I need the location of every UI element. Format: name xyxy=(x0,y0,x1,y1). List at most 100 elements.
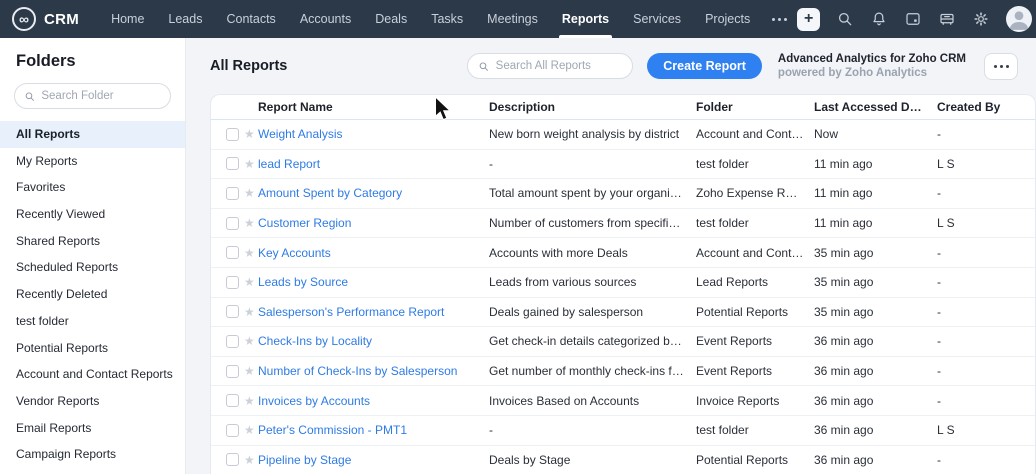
star-icon[interactable] xyxy=(244,365,255,377)
row-checkbox[interactable] xyxy=(226,424,239,437)
star-icon[interactable] xyxy=(244,335,255,347)
report-name-link[interactable]: lead Report xyxy=(258,157,489,171)
row-checkbox[interactable] xyxy=(226,453,239,466)
report-name-link[interactable]: Invoices by Accounts xyxy=(258,394,489,408)
sidebar-item-email-reports[interactable]: Email Reports xyxy=(0,415,185,442)
zoho-crm-brand[interactable]: ∞ CRM xyxy=(12,7,79,31)
column-description[interactable]: Description xyxy=(489,100,696,114)
nav-item-services[interactable]: Services xyxy=(621,0,693,38)
row-checkbox[interactable] xyxy=(226,187,239,200)
report-name-link[interactable]: Number of Check-Ins by Salesperson xyxy=(258,364,489,378)
column-created-by[interactable]: Created By xyxy=(937,100,1035,114)
report-name-link[interactable]: Customer Region xyxy=(258,216,489,230)
row-checkbox[interactable] xyxy=(226,305,239,318)
nav-item-leads[interactable]: Leads xyxy=(156,0,214,38)
search-button[interactable] xyxy=(836,10,854,28)
star-icon[interactable] xyxy=(244,454,255,466)
nav-item-reports[interactable]: Reports xyxy=(550,0,621,38)
nav-item-home[interactable]: Home xyxy=(99,0,156,38)
table-row[interactable]: Check-Ins by LocalityGet check-in detail… xyxy=(211,327,1035,357)
star-icon[interactable] xyxy=(244,395,255,407)
report-search-box[interactable] xyxy=(467,53,633,79)
table-row[interactable]: Number of Check-Ins by SalespersonGet nu… xyxy=(211,357,1035,387)
user-avatar[interactable] xyxy=(1006,6,1032,32)
report-name-link[interactable]: Peter's Commission - PMT1 xyxy=(258,423,489,437)
row-checkbox[interactable] xyxy=(226,128,239,141)
folder-search-box[interactable] xyxy=(14,83,171,109)
row-checkbox[interactable] xyxy=(226,365,239,378)
report-search-input[interactable] xyxy=(496,60,623,72)
settings-button[interactable] xyxy=(972,10,990,28)
advanced-analytics-banner[interactable]: Advanced Analytics for Zoho CRM powered … xyxy=(778,52,966,81)
report-name-link[interactable]: Key Accounts xyxy=(258,246,489,260)
table-row[interactable]: Pipeline by StageDeals by StagePotential… xyxy=(211,446,1035,474)
sidebar-item-recently-deleted[interactable]: Recently Deleted xyxy=(0,281,185,308)
header-more-button[interactable] xyxy=(984,53,1018,80)
marketplace-button[interactable] xyxy=(938,10,956,28)
star-icon[interactable] xyxy=(244,306,255,318)
calendar-button[interactable] xyxy=(904,10,922,28)
nav-item-accounts[interactable]: Accounts xyxy=(288,0,363,38)
star-icon[interactable] xyxy=(244,247,255,259)
report-created-by: L S xyxy=(937,216,1035,230)
report-folder: test folder xyxy=(696,157,814,171)
star-icon[interactable] xyxy=(244,217,255,229)
star-icon[interactable] xyxy=(244,158,255,170)
sidebar-item-all-reports[interactable]: All Reports xyxy=(0,121,185,148)
table-row[interactable]: Invoices by AccountsInvoices Based on Ac… xyxy=(211,386,1035,416)
table-row[interactable]: Key AccountsAccounts with more DealsAcco… xyxy=(211,238,1035,268)
nav-item-tasks[interactable]: Tasks xyxy=(419,0,475,38)
marketplace-icon xyxy=(938,10,956,28)
report-name-link[interactable]: Check-Ins by Locality xyxy=(258,334,489,348)
report-name-link[interactable]: Amount Spent by Category xyxy=(258,186,489,200)
nav-item-deals[interactable]: Deals xyxy=(363,0,419,38)
sidebar-item-my-reports[interactable]: My Reports xyxy=(0,148,185,175)
row-checkbox[interactable] xyxy=(226,246,239,259)
folder-search-input[interactable] xyxy=(41,90,161,102)
column-last-accessed-date[interactable]: Last Accessed Date xyxy=(814,100,937,114)
report-last-accessed: 36 min ago xyxy=(814,453,937,467)
sidebar-item-favorites[interactable]: Favorites xyxy=(0,174,185,201)
star-icon[interactable] xyxy=(244,424,255,436)
table-row[interactable]: Customer RegionNumber of customers from … xyxy=(211,209,1035,239)
column-folder[interactable]: Folder xyxy=(696,100,814,114)
report-folder: Lead Reports xyxy=(696,275,814,289)
sidebar-item-test-folder[interactable]: test folder xyxy=(0,308,185,335)
nav-item-contacts[interactable]: Contacts xyxy=(214,0,287,38)
nav-more-button[interactable] xyxy=(762,0,797,38)
row-checkbox[interactable] xyxy=(226,217,239,230)
report-name-link[interactable]: Pipeline by Stage xyxy=(258,453,489,467)
star-icon[interactable] xyxy=(244,128,255,140)
notifications-button[interactable] xyxy=(870,10,888,28)
column-report-name[interactable]: Report Name xyxy=(258,100,489,114)
report-name-link[interactable]: Leads by Source xyxy=(258,275,489,289)
create-report-button[interactable]: Create Report xyxy=(647,53,762,79)
table-row[interactable]: lead Report-test folder11 min agoL S xyxy=(211,150,1035,180)
report-name-link[interactable]: Salesperson's Performance Report xyxy=(258,305,489,319)
nav-item-meetings[interactable]: Meetings xyxy=(475,0,550,38)
report-description: Deals gained by salesperson xyxy=(489,305,696,319)
table-row[interactable]: Salesperson's Performance ReportDeals ga… xyxy=(211,298,1035,328)
row-checkbox[interactable] xyxy=(226,394,239,407)
report-name-link[interactable]: Weight Analysis xyxy=(258,127,489,141)
sidebar-item-campaign-reports[interactable]: Campaign Reports xyxy=(0,441,185,468)
sidebar-item-account-and-contact-reports[interactable]: Account and Contact Reports xyxy=(0,361,185,388)
star-icon[interactable] xyxy=(244,276,255,288)
sidebar-item-shared-reports[interactable]: Shared Reports xyxy=(0,228,185,255)
add-button[interactable]: + xyxy=(797,8,820,31)
table-row[interactable]: Leads by SourceLeads from various source… xyxy=(211,268,1035,298)
sidebar-item-recently-viewed[interactable]: Recently Viewed xyxy=(0,201,185,228)
sidebar-item-vendor-reports[interactable]: Vendor Reports xyxy=(0,388,185,415)
row-checkbox[interactable] xyxy=(226,335,239,348)
top-navigation-bar: ∞ CRM HomeLeadsContactsAccountsDealsTask… xyxy=(0,0,1036,38)
report-last-accessed: 36 min ago xyxy=(814,394,937,408)
row-checkbox[interactable] xyxy=(226,157,239,170)
table-row[interactable]: Weight AnalysisNew born weight analysis … xyxy=(211,120,1035,150)
row-checkbox[interactable] xyxy=(226,276,239,289)
star-icon[interactable] xyxy=(244,187,255,199)
nav-item-projects[interactable]: Projects xyxy=(693,0,762,38)
sidebar-item-potential-reports[interactable]: Potential Reports xyxy=(0,335,185,362)
sidebar-item-scheduled-reports[interactable]: Scheduled Reports xyxy=(0,254,185,281)
table-row[interactable]: Amount Spent by CategoryTotal amount spe… xyxy=(211,179,1035,209)
table-row[interactable]: Peter's Commission - PMT1-test folder36 … xyxy=(211,416,1035,446)
